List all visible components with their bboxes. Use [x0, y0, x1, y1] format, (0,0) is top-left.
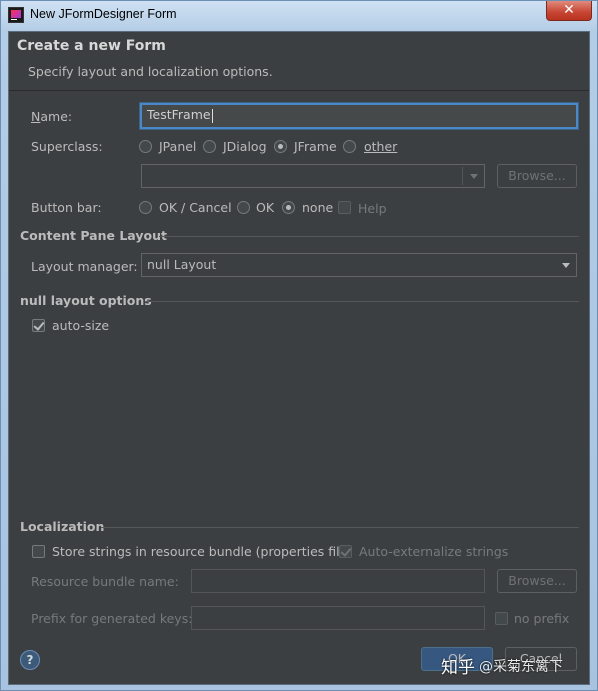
help-checkbox-label: Help: [358, 201, 387, 216]
superclass-browse-button[interactable]: Browse...: [497, 164, 577, 188]
superclass-radio-jdialog[interactable]: [203, 140, 216, 153]
superclass-option-jframe[interactable]: JFrame: [294, 139, 337, 154]
resource-bundle-label: Resource bundle name:: [31, 574, 179, 589]
auto-size-checkbox[interactable]: [32, 319, 45, 332]
button-bar-option-ok[interactable]: OK: [256, 200, 274, 215]
window-title: New JFormDesigner Form: [30, 7, 177, 21]
auto-externalize-checkbox[interactable]: [339, 545, 352, 558]
resource-bundle-input[interactable]: [191, 569, 485, 593]
intellij-app-icon: [8, 7, 24, 23]
superclass-radio-jframe[interactable]: [274, 140, 287, 153]
combo-divider: [462, 167, 463, 185]
button-bar-label: Button bar:: [31, 200, 102, 215]
header-title: Create a new Form: [17, 38, 166, 54]
auto-externalize-label: Auto-externalize strings: [359, 544, 509, 559]
chevron-down-icon: [562, 263, 570, 268]
resource-bundle-browse-button[interactable]: Browse...: [497, 569, 577, 593]
help-icon[interactable]: ?: [20, 650, 40, 670]
close-button[interactable]: ✕: [546, 1, 592, 21]
section-separator: [101, 527, 579, 528]
watermark-zhihu: 知乎: [441, 658, 475, 678]
name-input-value: TestFrame: [147, 107, 211, 122]
layout-manager-select[interactable]: null Layout: [141, 253, 577, 277]
name-label-text: ame:: [40, 109, 73, 124]
prefix-label: Prefix for generated keys:: [31, 611, 193, 626]
chevron-down-icon: [470, 174, 478, 179]
help-checkbox[interactable]: [338, 201, 351, 214]
section-separator: [159, 236, 579, 237]
null-layout-section-title: null layout options: [20, 293, 152, 308]
superclass-option-jpanel[interactable]: JPanel: [159, 139, 196, 154]
header-subtitle: Specify layout and localization options.: [28, 64, 273, 79]
content-pane-section-title: Content Pane Layout: [20, 228, 167, 243]
button-bar-radio-none[interactable]: [282, 201, 295, 214]
superclass-option-jdialog[interactable]: JDialog: [223, 139, 267, 154]
button-bar-option-none[interactable]: none: [302, 200, 333, 215]
no-prefix-checkbox[interactable]: [495, 612, 508, 625]
superclass-radio-jpanel[interactable]: [139, 140, 152, 153]
superclass-label: Superclass:: [31, 139, 103, 154]
text-caret: [211, 108, 213, 123]
auto-size-label: auto-size: [52, 318, 110, 333]
layout-manager-value: null Layout: [147, 257, 217, 272]
no-prefix-label: no prefix: [514, 611, 570, 626]
prefix-input[interactable]: [191, 606, 485, 630]
store-strings-checkbox[interactable]: [32, 545, 45, 558]
button-bar-radio-ok-cancel[interactable]: [139, 201, 152, 214]
store-strings-label: Store strings in resource bundle (proper…: [52, 544, 353, 559]
title-bar[interactable]: New JFormDesigner Form ✕: [1, 1, 597, 30]
dialog-window: New JFormDesigner Form ✕ Create a new Fo…: [0, 0, 598, 691]
watermark-author: @采菊东篱下: [479, 659, 563, 675]
section-separator: [146, 301, 579, 302]
dialog-content: Create a new Form Specify layout and loc…: [8, 31, 590, 685]
localization-section-title: Localization: [20, 519, 105, 534]
superclass-option-other[interactable]: other: [364, 139, 397, 154]
button-bar-radio-ok[interactable]: [237, 201, 250, 214]
superclass-class-combo[interactable]: [141, 164, 485, 188]
name-label: Name:: [31, 109, 73, 124]
name-input[interactable]: TestFrame: [140, 103, 578, 129]
button-bar-option-ok-cancel[interactable]: OK / Cancel: [159, 200, 232, 215]
superclass-radio-other[interactable]: [343, 140, 356, 153]
layout-manager-label: Layout manager:: [31, 259, 138, 274]
dialog-header: Create a new Form Specify layout and loc…: [9, 32, 589, 91]
